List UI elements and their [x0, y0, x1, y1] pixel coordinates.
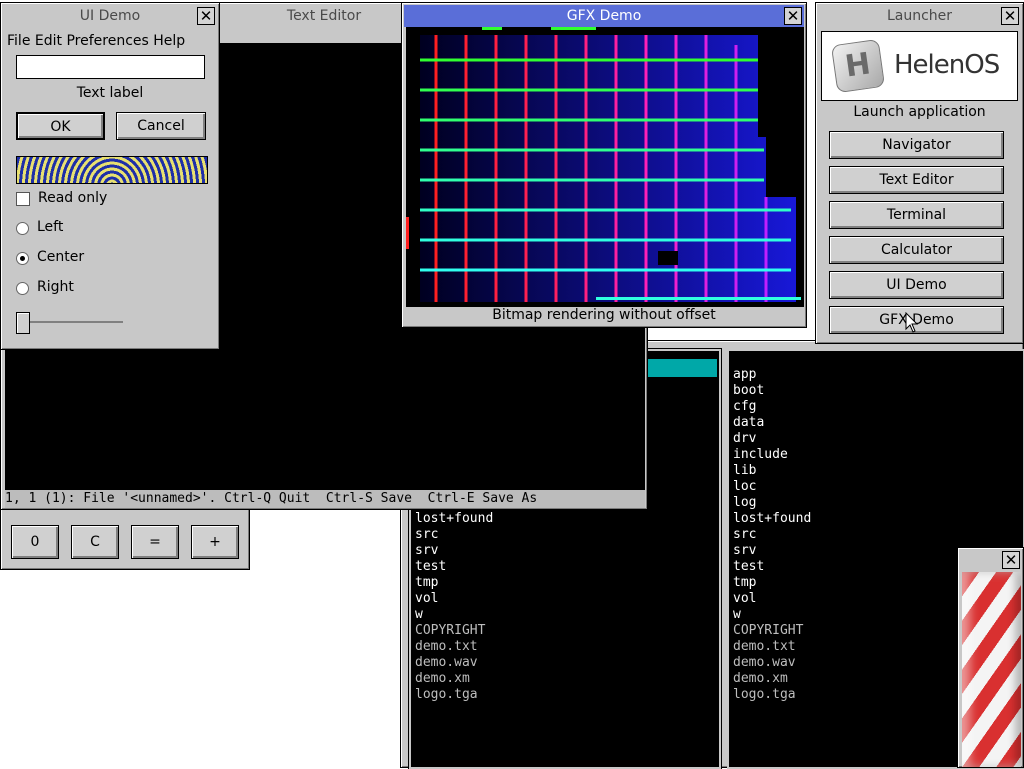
list-item[interactable]: include — [729, 447, 1019, 463]
read-only-checkbox[interactable] — [16, 192, 30, 206]
radio-center[interactable] — [16, 252, 29, 265]
close-icon: ✕ — [199, 7, 213, 25]
close-icon: ✕ — [786, 7, 800, 25]
list-item[interactable]: test — [411, 559, 711, 575]
cancel-button[interactable]: Cancel — [116, 112, 206, 140]
launcher-title: Launcher — [886, 8, 953, 24]
launcher-window: Launcher ✕ H HelenOS Launch application … — [815, 2, 1024, 344]
read-only-checkbox-label: Read only — [38, 190, 108, 206]
list-item[interactable]: w — [411, 607, 711, 623]
launch-text-editor-button[interactable]: Text Editor — [829, 166, 1004, 194]
list-item[interactable]: cfg — [729, 399, 1019, 415]
radio-right-label: Right — [37, 279, 74, 295]
ui-demo-close-button[interactable]: ✕ — [197, 7, 215, 25]
calc-button-plus[interactable]: + — [191, 525, 239, 559]
list-item[interactable]: data — [729, 415, 1019, 431]
gfx-demo-caption: Bitmap rendering without offset — [492, 307, 716, 323]
barber-pole-window: ✕ — [957, 547, 1024, 768]
close-icon: ✕ — [1004, 551, 1018, 569]
calc-button-0[interactable]: 0 — [11, 525, 59, 559]
launcher-heading: Launch application — [853, 104, 986, 120]
radio-selected-dot — [20, 256, 25, 261]
ui-demo-menubar: File Edit Preferences Help — [7, 31, 185, 51]
menu-help[interactable]: Help — [153, 33, 185, 49]
launcher-titlebar[interactable]: Launcher ✕ — [818, 5, 1021, 27]
list-item[interactable]: demo.wav — [411, 655, 711, 671]
list-item[interactable]: demo.txt — [411, 639, 711, 655]
gfx-demo-close-button[interactable]: ✕ — [784, 7, 802, 25]
menu-file[interactable]: File — [7, 33, 30, 49]
launch-terminal-button[interactable]: Terminal — [829, 201, 1004, 229]
list-item[interactable]: app — [729, 367, 1019, 383]
list-item[interactable]: lost+found — [411, 511, 711, 527]
ui-demo-titlebar[interactable]: UI Demo ✕ — [3, 5, 217, 27]
list-item[interactable]: loc — [729, 479, 1019, 495]
list-item[interactable]: logo.tga — [411, 687, 711, 703]
calc-button-equals[interactable]: = — [131, 525, 179, 559]
list-item[interactable]: src — [411, 527, 711, 543]
barber-pole-image — [962, 572, 1021, 767]
menu-preferences[interactable]: Preferences — [66, 33, 148, 49]
list-item[interactable]: lib — [729, 463, 1019, 479]
ui-demo-bitmap-image — [16, 156, 208, 184]
gfx-demo-grid-image — [406, 27, 801, 302]
radio-left-label: Left — [37, 219, 64, 235]
ui-demo-window: UI Demo ✕ File Edit Preferences Help Tex… — [0, 2, 220, 350]
list-item[interactable]: vol — [411, 591, 711, 607]
helenos-logo-letter: H — [843, 46, 873, 85]
ui-demo-text-label: Text label — [76, 85, 144, 101]
helenos-logo-text: HelenOS — [894, 50, 1000, 80]
slider-handle[interactable] — [16, 312, 30, 334]
list-item[interactable]: COPYRIGHT — [411, 623, 711, 639]
left-panel-selection[interactable] — [647, 359, 717, 377]
ok-button[interactable]: OK — [16, 112, 105, 140]
list-item[interactable]: drv — [729, 431, 1019, 447]
list-item[interactable]: log — [729, 495, 1019, 511]
helenos-logo: H HelenOS — [821, 31, 1018, 101]
ui-demo-title: UI Demo — [79, 8, 141, 24]
menu-edit[interactable]: Edit — [35, 33, 62, 49]
list-item[interactable]: boot — [729, 383, 1019, 399]
list-item[interactable]: lost+found — [729, 511, 1019, 527]
list-item[interactable]: demo.xm — [411, 671, 711, 687]
text-editor-title: Text Editor — [286, 8, 362, 24]
radio-left[interactable] — [16, 222, 29, 235]
launch-navigator-button[interactable]: Navigator — [829, 131, 1004, 159]
list-item[interactable]: src — [729, 527, 1019, 543]
left-panel-list: lost+found src srv test tmp vol w COPYRI… — [411, 511, 711, 703]
mouse-pointer-icon — [905, 311, 919, 334]
close-icon: ✕ — [1003, 7, 1017, 25]
launch-ui-demo-button[interactable]: UI Demo — [829, 271, 1004, 299]
list-item[interactable]: tmp — [411, 575, 711, 591]
ui-demo-text-entry[interactable] — [16, 55, 205, 79]
barber-close-button[interactable]: ✕ — [1002, 551, 1020, 569]
calc-button-clear[interactable]: C — [71, 525, 119, 559]
launch-calculator-button[interactable]: Calculator — [829, 236, 1004, 264]
text-editor-status-bar: 1, 1 (1): File '<unnamed>'. Ctrl-Q Quit … — [5, 490, 645, 508]
gfx-demo-titlebar[interactable]: GFX Demo ✕ — [404, 5, 804, 27]
radio-right[interactable] — [16, 282, 29, 295]
slider-track[interactable] — [23, 321, 123, 323]
gfx-demo-title: GFX Demo — [566, 8, 642, 24]
radio-center-label: Center — [37, 249, 85, 265]
helenos-logo-badge: H — [830, 38, 886, 94]
launcher-close-button[interactable]: ✕ — [1001, 7, 1019, 25]
gfx-demo-canvas — [406, 27, 804, 307]
list-item[interactable]: srv — [411, 543, 711, 559]
gfx-demo-window: GFX Demo ✕ Bitmap rendering without offs… — [401, 2, 807, 328]
